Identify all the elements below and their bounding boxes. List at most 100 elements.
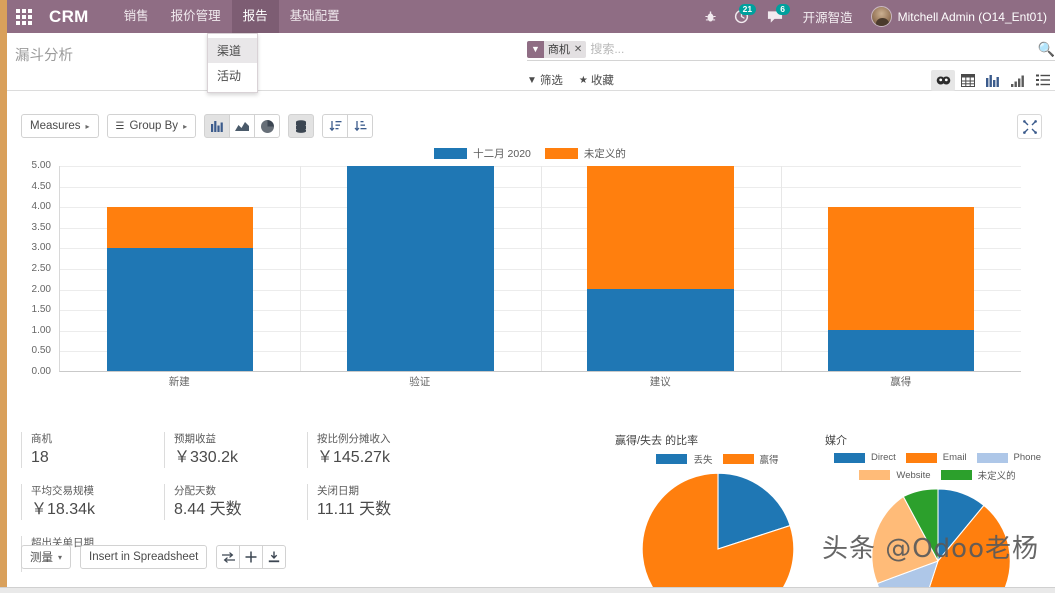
search-input[interactable] — [590, 42, 1032, 56]
bar-segment-dec2020[interactable] — [827, 330, 975, 371]
kpi-row: 平均交易规模 ￥18.34k 分配天数 8.44 天数 关闭日期 11.11 天… — [21, 484, 451, 520]
bar-segment-dec2020[interactable] — [587, 289, 734, 371]
bug-icon[interactable] — [697, 0, 724, 33]
view-list-icon[interactable] — [1031, 70, 1055, 91]
user-menu[interactable]: Mitchell Admin (O14_Ent01) — [865, 6, 1047, 27]
filters-button[interactable]: ▼ 筛选 — [527, 72, 563, 88]
favorites-label: 收藏 — [590, 75, 614, 87]
bar-chart-plot: 0.00 0.50 1.00 1.50 2.00 2.50 3.00 3.50 … — [15, 161, 1045, 402]
kpi-row: 商机 18 预期收益 ￥330.2k 按比例分摊收入 ￥145.27k — [21, 432, 451, 468]
sort-descending-icon[interactable] — [347, 114, 374, 138]
menu-item-configuration[interactable]: 基础配置 — [279, 0, 351, 33]
messages-count-badge: 6 — [775, 4, 790, 15]
bottom-toolbar: 测量 ▾ Insert in Spreadsheet — [21, 545, 287, 569]
legend-swatch — [859, 470, 891, 480]
x-tick-won: 赢得 — [890, 376, 912, 388]
group-by-button[interactable]: ☰ Group By ▸ — [106, 114, 197, 138]
bar-group-won — [781, 166, 1021, 371]
download-icon[interactable] — [262, 545, 287, 569]
legend-item-series-2[interactable]: 未定义的 — [544, 146, 626, 161]
measures-label: Measures — [30, 120, 81, 132]
legend-item-series-1[interactable]: 十二月 2020 — [434, 146, 531, 161]
chart-toolbar: Measures ▸ ☰ Group By ▸ — [21, 114, 381, 138]
breadcrumb[interactable]: 漏斗分析 — [15, 44, 73, 65]
bar-segment-undefined[interactable] — [827, 207, 975, 330]
view-pivot-icon[interactable] — [956, 70, 980, 91]
dropdown-item-pipeline[interactable]: 渠道 — [208, 38, 257, 63]
company-switcher[interactable]: 开源智造 — [793, 7, 863, 26]
kpi-days-to-close: 关闭日期 11.11 天数 — [307, 484, 450, 520]
menu-item-quotation[interactable]: 报价管理 — [160, 0, 232, 33]
expand-all-icon[interactable] — [239, 545, 264, 569]
menu-item-sales[interactable]: 销售 — [113, 0, 160, 33]
view-line-chart-icon[interactable] — [1006, 70, 1030, 91]
stacked-chart-icon[interactable] — [288, 114, 315, 138]
app-brand-title[interactable]: CRM — [41, 7, 99, 27]
kpi-days-to-assign: 分配天数 8.44 天数 — [164, 484, 307, 520]
pie-chart-medium[interactable] — [863, 486, 1013, 587]
user-name-label: Mitchell Admin (O14_Ent01) — [897, 9, 1047, 24]
measure-button[interactable]: 测量 ▾ — [21, 545, 72, 569]
reports-dropdown-menu: 渠道 活动 — [207, 33, 258, 93]
kpi-label: 分配天数 — [174, 485, 216, 497]
activities-icon[interactable]: 21 — [726, 0, 757, 33]
sort-ascending-icon[interactable] — [322, 114, 349, 138]
bar-segment-dec2020[interactable] — [347, 166, 494, 371]
expand-icon[interactable] — [1017, 114, 1042, 139]
legend-item-website[interactable]: Website — [859, 468, 931, 482]
bar-segment-dec2020[interactable] — [106, 248, 254, 371]
search-row: ▼ 商机 ✕ 🔍 — [527, 39, 1055, 61]
caret-down-icon: ▾ — [58, 552, 63, 562]
kpi-label: 关闭日期 — [317, 485, 359, 497]
pie-chart-icon[interactable] — [254, 114, 281, 138]
measures-button[interactable]: Measures ▸ — [21, 114, 99, 138]
search-area: ▼ 商机 ✕ 🔍 ▼ 筛选 ★ 收藏 — [527, 39, 1055, 91]
messages-icon[interactable]: 6 — [759, 0, 791, 33]
view-cohort-icon[interactable] — [931, 69, 955, 91]
legend-label: Email — [942, 452, 967, 463]
search-icon[interactable]: 🔍 — [1032, 41, 1055, 58]
x-axis-labels: 新建 验证 建议 赢得 — [59, 374, 1021, 389]
bar-chart-icon[interactable] — [204, 114, 231, 138]
insert-in-spreadsheet-button[interactable]: Insert in Spreadsheet — [80, 545, 208, 569]
bar-chart-grid — [59, 166, 1021, 372]
search-facet-opportunity[interactable]: ▼ 商机 ✕ — [527, 40, 587, 58]
view-bar-chart-icon[interactable] — [981, 70, 1005, 91]
browser-bottom-edge — [0, 587, 1055, 593]
legend-item-phone[interactable]: Phone — [976, 452, 1042, 463]
bar-segment-undefined[interactable] — [587, 166, 734, 289]
kpi-value: ￥18.34k — [31, 501, 96, 518]
legend-label: Phone — [1013, 452, 1042, 463]
pie-legend: 丢失 赢得 — [615, 452, 820, 466]
legend-item-direct[interactable]: Direct — [833, 452, 896, 463]
y-tick: 4.50 — [31, 180, 51, 192]
legend-label: 未定义的 — [583, 147, 626, 160]
pie-chart-won-lost[interactable] — [639, 470, 797, 587]
won-lost-ratio-chart: 赢得/失去 的比率 丢失 赢得 — [615, 432, 820, 587]
pivot-actions-group — [216, 545, 287, 569]
legend-item-won[interactable]: 赢得 — [722, 452, 779, 466]
view-switcher — [931, 69, 1055, 91]
y-tick: 0.50 — [31, 345, 51, 357]
legend-item-lost[interactable]: 丢失 — [656, 452, 713, 466]
caret-right-icon: ▸ — [85, 121, 90, 131]
y-tick: 4.00 — [31, 201, 51, 213]
menu-item-reports[interactable]: 报告 — [231, 0, 279, 33]
legend-item-email[interactable]: Email — [905, 452, 967, 463]
bar-segment-undefined[interactable] — [106, 207, 254, 248]
favorites-button[interactable]: ★ 收藏 — [579, 72, 614, 88]
dropdown-item-activities[interactable]: 活动 — [208, 63, 257, 88]
y-axis-labels: 0.00 0.50 1.00 1.50 2.00 2.50 3.00 3.50 … — [15, 161, 55, 377]
search-facet-remove-icon[interactable]: ✕ — [574, 44, 582, 55]
line-chart-icon[interactable] — [229, 114, 256, 138]
kpi-value: ￥330.2k — [174, 449, 239, 466]
legend-label: 丢失 — [693, 455, 713, 466]
bar-group-proposition — [541, 166, 781, 371]
browser-left-edge — [0, 0, 7, 593]
legend-item-undefined[interactable]: 未定义的 — [940, 468, 1016, 482]
top-navbar: CRM 销售 报价管理 报告 基础配置 21 6 开源智造 Mitchell A… — [7, 0, 1055, 33]
x-tick-qualified: 验证 — [409, 376, 431, 388]
apps-menu-icon[interactable] — [7, 0, 41, 33]
flip-axis-icon[interactable] — [216, 545, 241, 569]
kpi-label: 按比例分摊收入 — [317, 433, 391, 445]
